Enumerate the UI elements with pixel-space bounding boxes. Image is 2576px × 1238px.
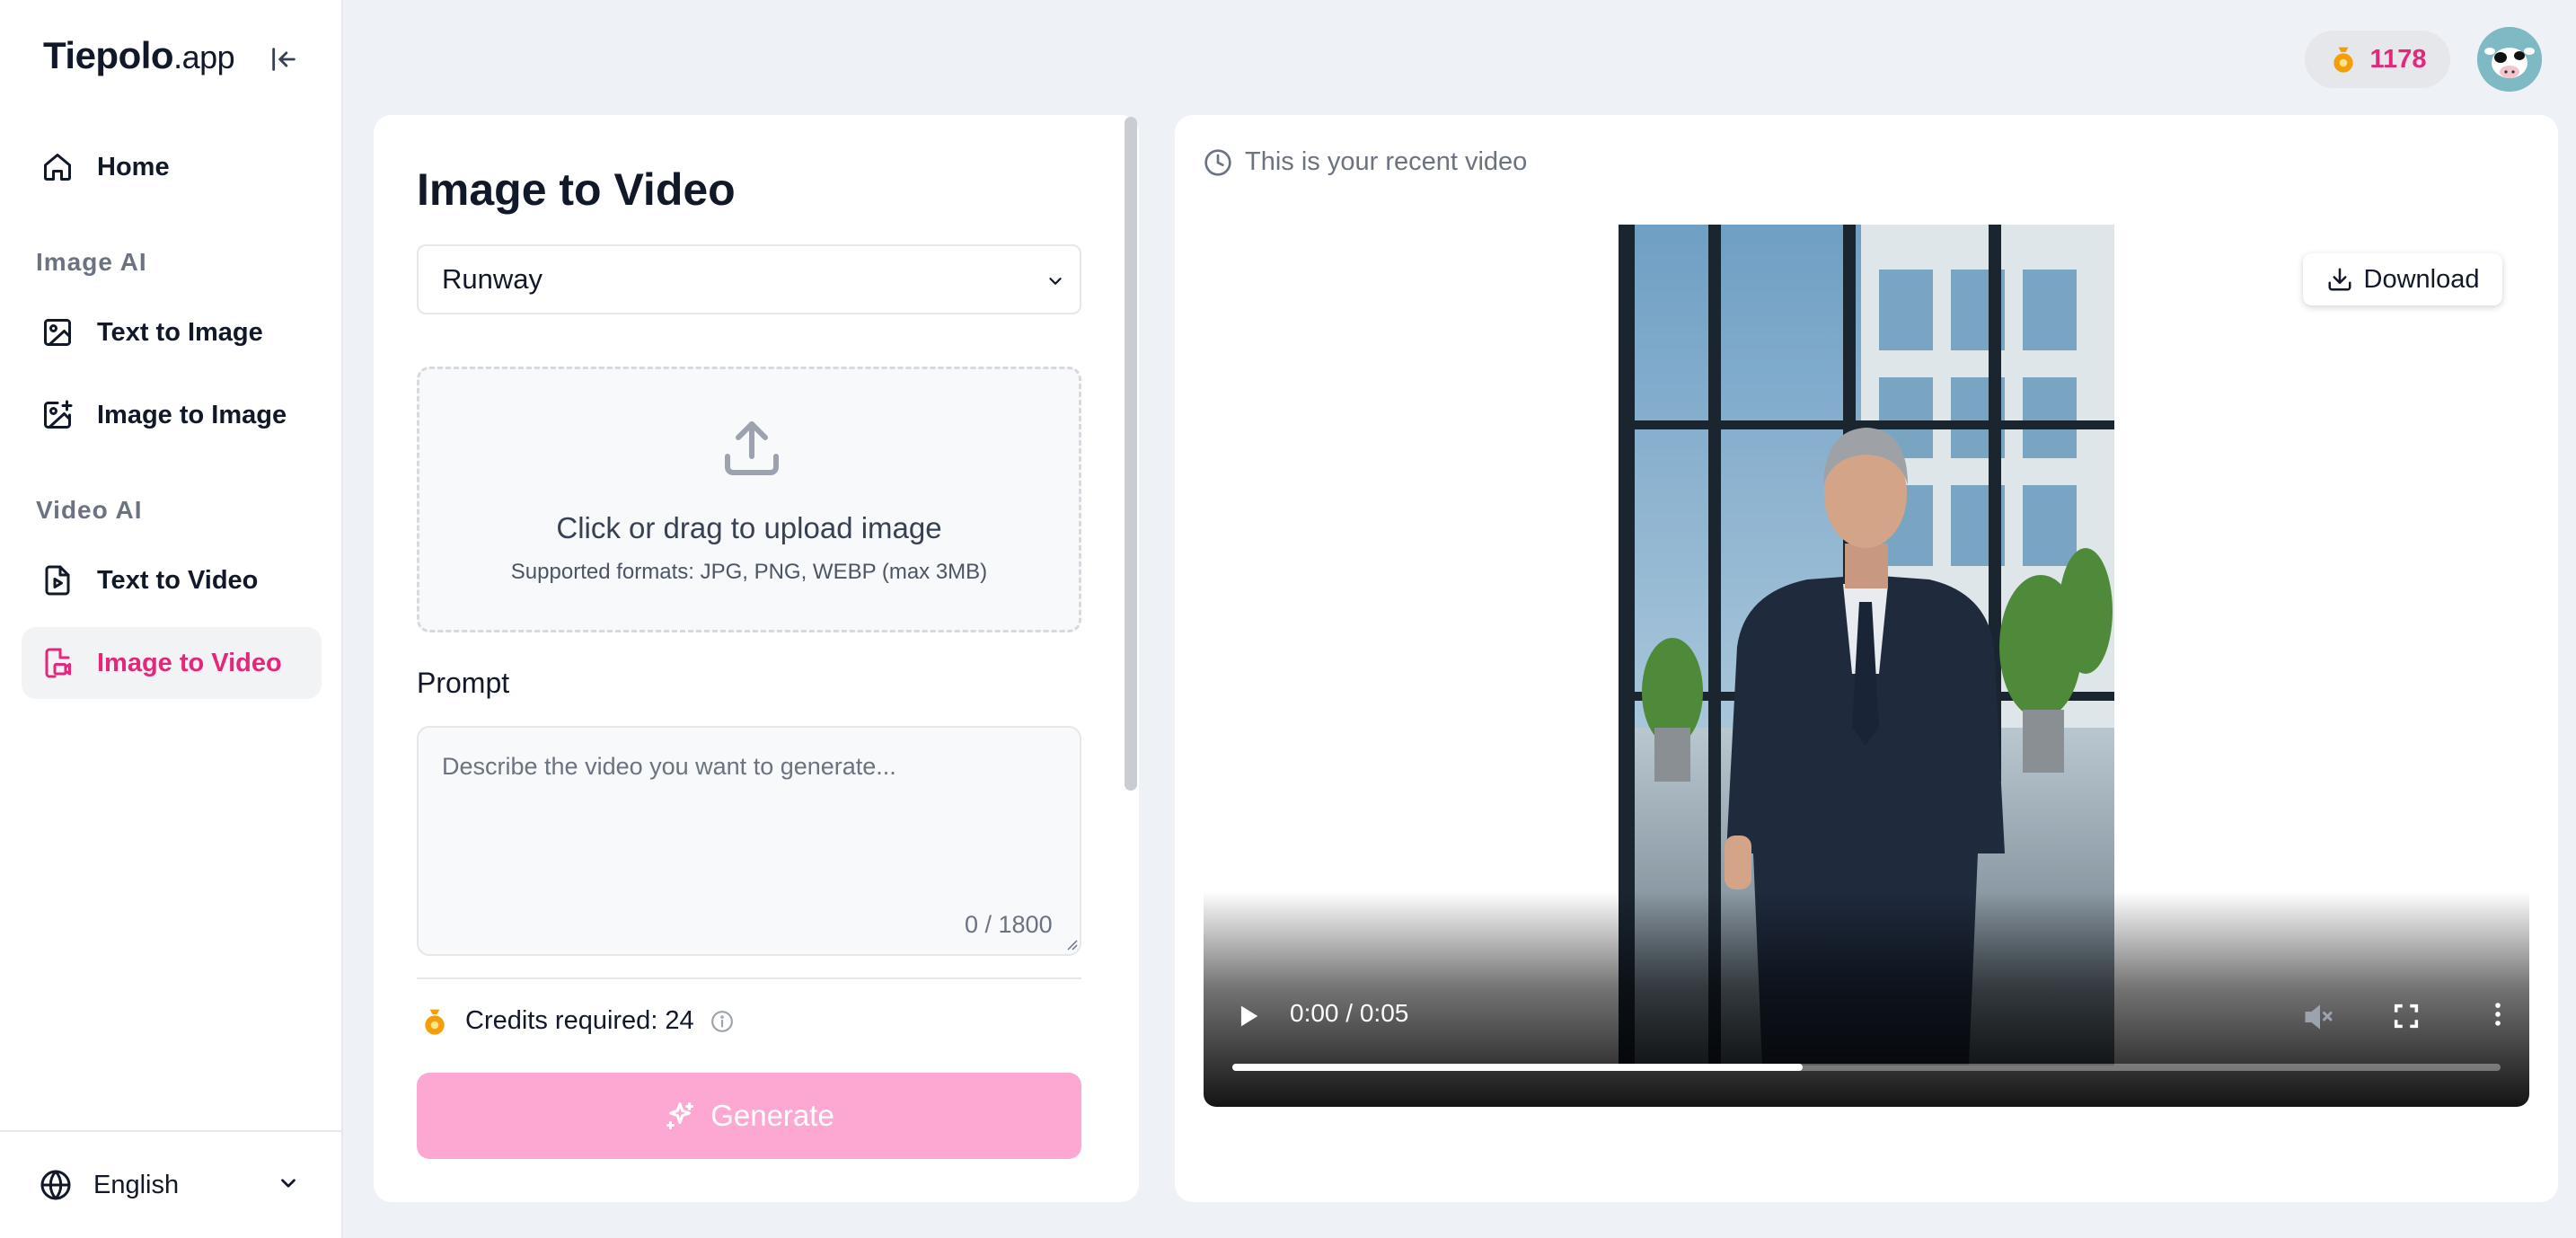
sidebar-item-label: Home [97,152,170,181]
credits-count: 1178 [2369,44,2427,74]
sidebar-item-home[interactable]: Home [22,131,322,203]
video-controls: 0:00 / 0:05 [1204,891,2529,1107]
chevron-down-icon [281,1179,296,1188]
coin-icon [2333,47,2353,73]
globe-icon [40,1170,71,1200]
sidebar-item-text-to-image[interactable]: Text to Image [22,296,322,368]
video-progress-bar[interactable] [1232,1064,2501,1071]
clock-icon [1204,148,1231,176]
credits-required: Credits required: 24 [420,1006,734,1036]
download-button[interactable]: Download [2303,253,2502,305]
avatar-image [2477,27,2542,92]
sidebar-item-image-to-image[interactable]: Image to Image [22,379,322,451]
chevron-down-icon [1049,278,1062,285]
download-icon [2328,268,2351,291]
model-select-value: Runway [442,263,543,295]
divider [417,977,1081,979]
generate-button[interactable]: Generate [417,1073,1081,1159]
sidebar-item-image-to-video[interactable]: Image to Video [22,627,322,699]
sidebar: Tiepolo.app Home Image AI Text to Image … [0,0,343,1238]
home-icon [44,154,71,181]
video-image-icon [45,648,71,678]
video-time: 0:00 / 0:05 [1290,999,1408,1028]
section-label-image-ai: Image AI [36,248,147,276]
model-select[interactable]: Runway [417,244,1081,314]
video-player[interactable]: 0:00 / 0:05 [1204,225,2529,1107]
video-current-time: 0:00 [1290,999,1339,1027]
more-vertical-icon[interactable] [2483,999,2513,1030]
brand-name: Tiepolo [43,34,174,76]
video-time-separator: / [1345,999,1354,1027]
generation-form-panel: Image to Video Runway Click or drag to u… [374,115,1139,1202]
prompt-char-count: 0 / 1800 [965,911,1053,938]
download-label: Download [2363,264,2480,294]
image-upload-dropzone[interactable]: Click or drag to upload image Supported … [417,367,1081,632]
video-duration: 0:05 [1359,999,1409,1027]
sidebar-item-label: Image to Video [97,648,282,677]
language-label: English [93,1170,180,1199]
brand-suffix: .app [173,39,235,75]
section-label-video-ai: Video AI [36,496,143,524]
recent-video-text: This is your recent video [1245,147,1528,176]
sidebar-item-text-to-video[interactable]: Text to Video [22,544,322,616]
image-plus-icon [44,400,73,429]
resize-grip-icon[interactable] [1065,938,1078,951]
coin-icon [425,1009,445,1035]
credits-badge[interactable]: 1178 [2305,31,2450,88]
fullscreen-icon[interactable] [2391,1001,2422,1031]
collapse-sidebar-button[interactable] [266,41,302,77]
prompt-label: Prompt [417,667,510,699]
language-selector[interactable]: English [0,1130,341,1238]
brand-logo[interactable]: Tiepolo.app [43,34,235,77]
mute-icon[interactable] [2301,1001,2333,1033]
recent-video-note: This is your recent video [1204,147,1527,177]
generate-label: Generate [710,1099,834,1132]
upload-icon [725,421,779,475]
avatar[interactable] [2477,27,2542,92]
sidebar-item-label: Text to Video [97,565,259,595]
sidebar-item-label: Image to Image [97,400,287,429]
image-icon [44,319,71,346]
sidebar-item-label: Text to Image [97,317,263,347]
collapse-sidebar-icon [272,48,296,71]
result-panel: This is your recent video 0:00 / 0:05 Do… [1175,115,2558,1202]
upload-formats-hint: Supported formats: JPG, PNG, WEBP (max 3… [510,560,988,584]
page-title: Image to Video [417,164,736,215]
form-scrollbar[interactable] [1125,117,1137,791]
upload-title: Click or drag to upload image [556,511,942,544]
info-icon[interactable] [710,1010,734,1033]
play-icon[interactable] [1232,1001,1263,1031]
sparkles-icon [666,1102,694,1129]
file-video-icon [45,565,70,596]
credits-required-text: Credits required: 24 [465,1006,694,1035]
video-progress-fill [1232,1064,1804,1071]
